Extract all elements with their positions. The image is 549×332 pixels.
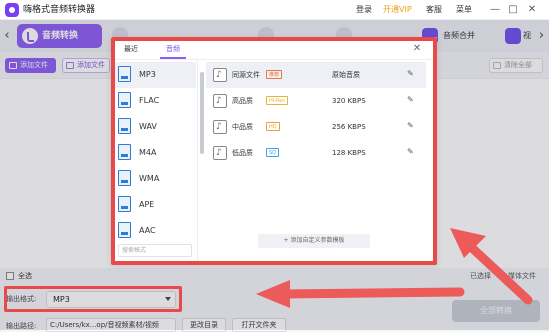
annotation-arrows (256, 228, 533, 308)
annotation-arrow-to-format (256, 280, 465, 308)
